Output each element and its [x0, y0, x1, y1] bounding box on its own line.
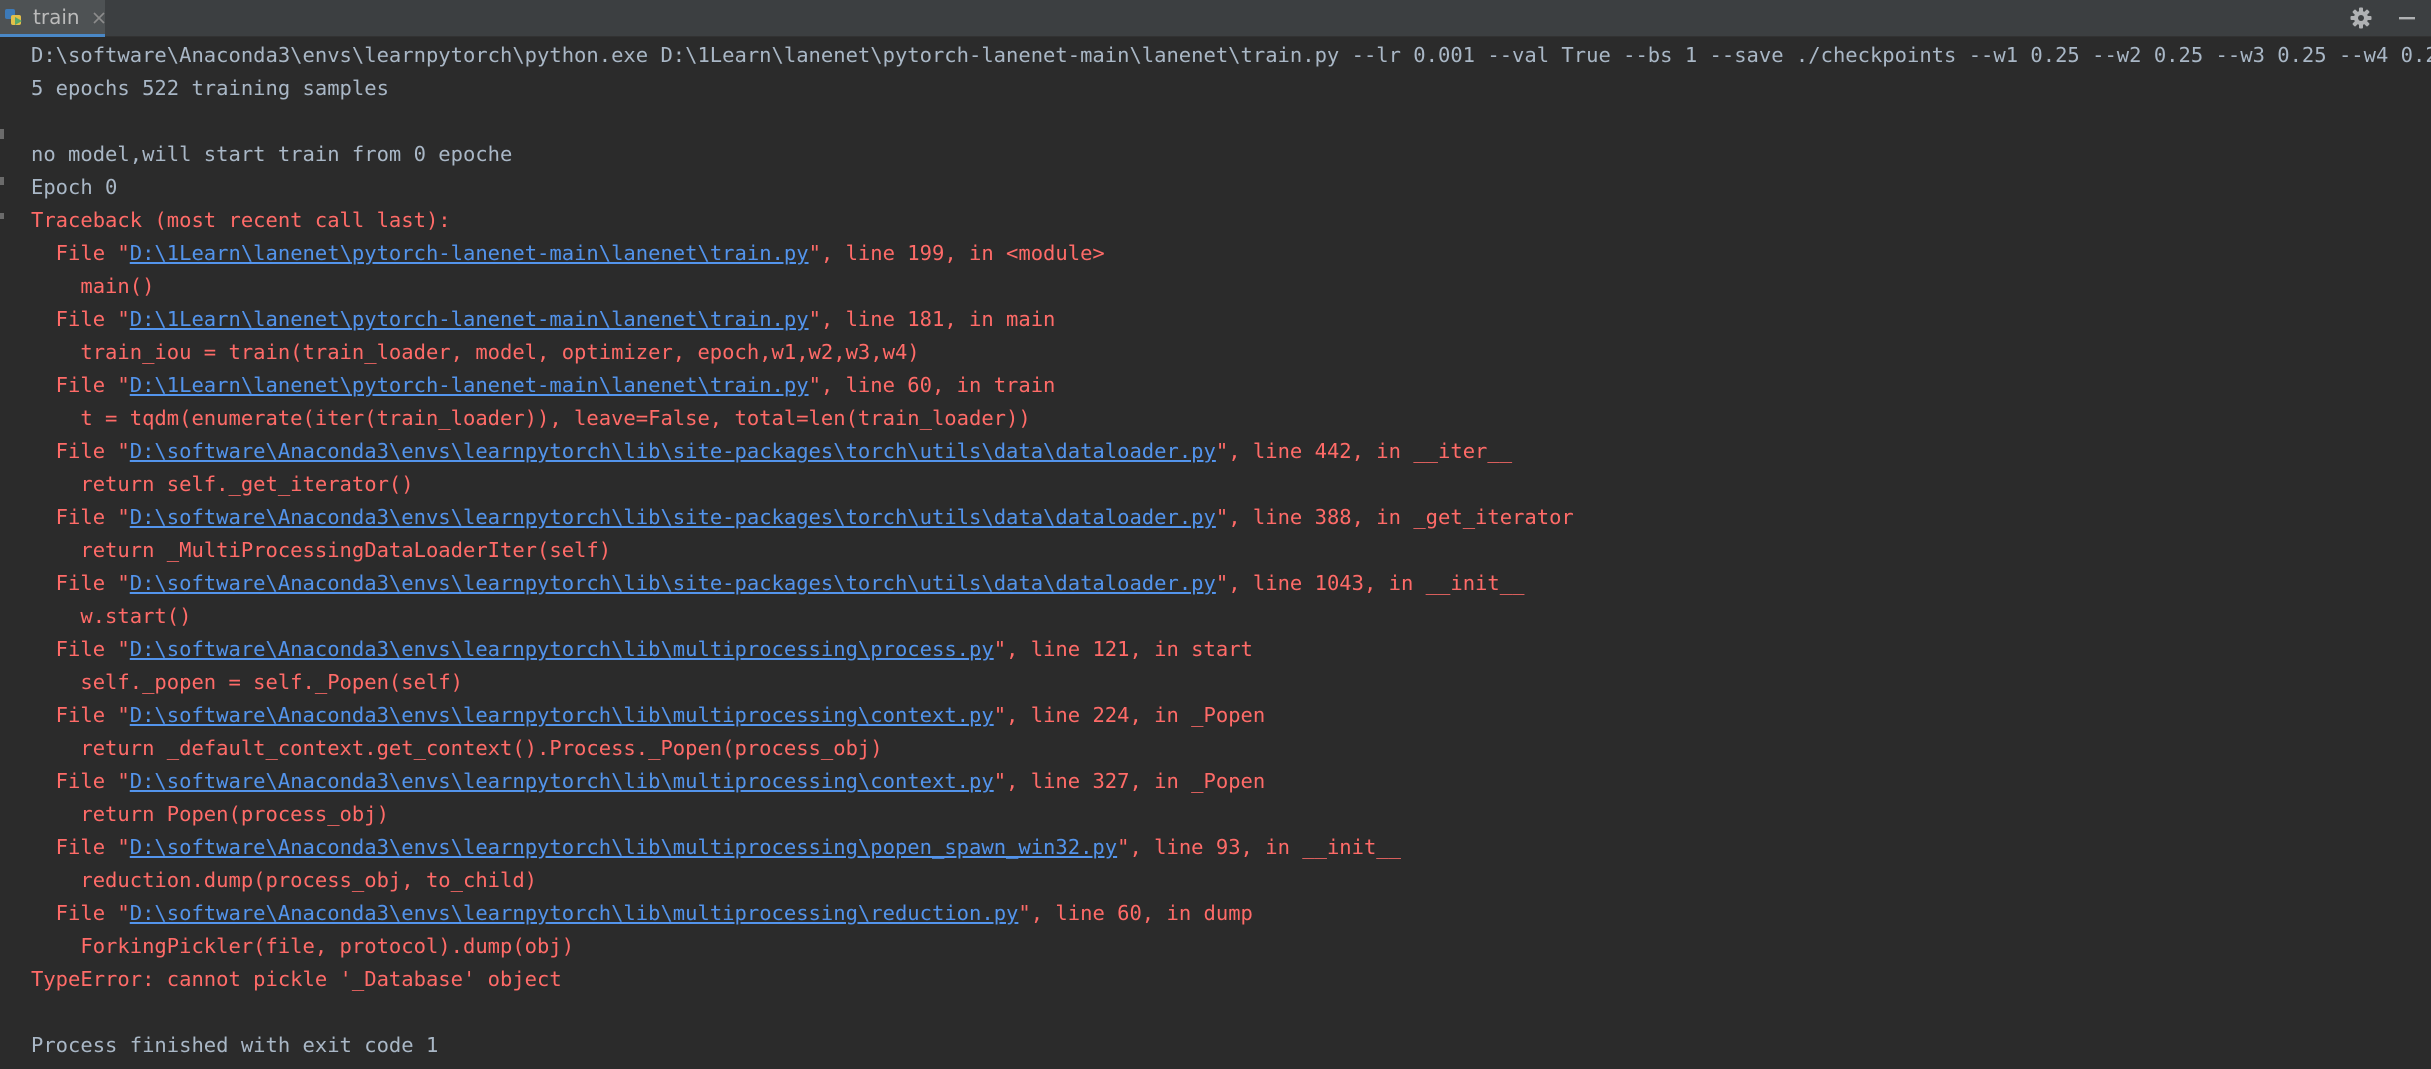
console-text: ", line 93, in __init__	[1117, 835, 1401, 859]
file-path-link[interactable]: D:\software\Anaconda3\envs\learnpytorch\…	[130, 637, 994, 661]
console-line: self._popen = self._Popen(self)	[31, 666, 2431, 699]
console-text: ", line 327, in _Popen	[993, 769, 1266, 793]
console-line: w.start()	[31, 600, 2431, 633]
console-text: Process finished with exit code 1	[31, 1033, 439, 1057]
console-line: Traceback (most recent call last):	[31, 204, 2431, 237]
close-icon[interactable]	[92, 10, 106, 24]
console-text: Traceback (most recent call last):	[31, 208, 451, 232]
console-text: File "	[31, 835, 130, 859]
console-text: ", line 121, in start	[993, 637, 1253, 661]
console-text: ForkingPickler(file, protocol).dump(obj)	[31, 934, 575, 958]
console-text: t = tqdm(enumerate(iter(train_loader)), …	[31, 406, 1031, 430]
tab-label: train	[33, 5, 80, 29]
console-line: 5 epochs 522 training samples	[31, 72, 2431, 105]
console-text: ", line 199, in <module>	[808, 241, 1105, 265]
console-line: File "D:\software\Anaconda3\envs\learnpy…	[31, 501, 2431, 534]
file-path-link[interactable]: D:\1Learn\lanenet\pytorch-lanenet-main\l…	[130, 373, 809, 397]
console-line: File "D:\software\Anaconda3\envs\learnpy…	[31, 435, 2431, 468]
console-line: return _MultiProcessingDataLoaderIter(se…	[31, 534, 2431, 567]
console-line: TypeError: cannot pickle '_Database' obj…	[31, 963, 2431, 996]
console-text: no model,will start train from 0 epoche	[31, 142, 513, 166]
console-line: no model,will start train from 0 epoche	[31, 138, 2431, 171]
console-line: File "D:\1Learn\lanenet\pytorch-lanenet-…	[31, 237, 2431, 270]
console-line: return _default_context.get_context().Pr…	[31, 732, 2431, 765]
gear-icon[interactable]	[2349, 6, 2373, 30]
file-path-link[interactable]: D:\software\Anaconda3\envs\learnpytorch\…	[130, 835, 1117, 859]
console-text: File "	[31, 769, 130, 793]
console-text: ", line 60, in train	[808, 373, 1056, 397]
file-path-link[interactable]: D:\software\Anaconda3\envs\learnpytorch\…	[130, 703, 994, 727]
console-text: ", line 388, in _get_iterator	[1215, 505, 1574, 529]
tool-window-actions	[2349, 4, 2419, 32]
file-path-link[interactable]: D:\software\Anaconda3\envs\learnpytorch\…	[130, 571, 1216, 595]
file-path-link[interactable]: D:\software\Anaconda3\envs\learnpytorch\…	[130, 769, 994, 793]
console-text: w.start()	[31, 604, 192, 628]
file-path-link[interactable]: D:\1Learn\lanenet\pytorch-lanenet-main\l…	[130, 307, 809, 331]
console-line: File "D:\1Learn\lanenet\pytorch-lanenet-…	[31, 369, 2431, 402]
left-gutter	[0, 37, 6, 1069]
run-tool-window-header: train	[0, 0, 2431, 37]
console-line: Process finished with exit code 1	[31, 1029, 2431, 1062]
console-line: ForkingPickler(file, protocol).dump(obj)	[31, 930, 2431, 963]
console-text: reduction.dump(process_obj, to_child)	[31, 868, 538, 892]
console-text: TypeError: cannot pickle '_Database' obj…	[31, 967, 562, 991]
console-line: Epoch 0	[31, 171, 2431, 204]
console-line: File "D:\software\Anaconda3\envs\learnpy…	[31, 699, 2431, 732]
console-line: File "D:\software\Anaconda3\envs\learnpy…	[31, 897, 2431, 930]
console-line: reduction.dump(process_obj, to_child)	[31, 864, 2431, 897]
console-text: D:\software\Anaconda3\envs\learnpytorch\…	[31, 43, 2431, 67]
minimize-icon[interactable]	[2395, 6, 2419, 30]
console-line: return self._get_iterator()	[31, 468, 2431, 501]
console-text: return Popen(process_obj)	[31, 802, 389, 826]
console-text: File "	[31, 571, 130, 595]
console-text: ", line 60, in dump	[1018, 901, 1253, 925]
console-text: File "	[31, 703, 130, 727]
console-text: ", line 1043, in __init__	[1215, 571, 1525, 595]
console-line: File "D:\software\Anaconda3\envs\learnpy…	[31, 567, 2431, 600]
console-text: self._popen = self._Popen(self)	[31, 670, 463, 694]
tab-train[interactable]: train	[0, 0, 105, 37]
console-text: File "	[31, 439, 130, 463]
console-text: return self._get_iterator()	[31, 472, 414, 496]
python-run-icon	[3, 6, 25, 28]
console-line: train_iou = train(train_loader, model, o…	[31, 336, 2431, 369]
file-path-link[interactable]: D:\1Learn\lanenet\pytorch-lanenet-main\l…	[130, 241, 809, 265]
console-text: File "	[31, 307, 130, 331]
file-path-link[interactable]: D:\software\Anaconda3\envs\learnpytorch\…	[130, 901, 1019, 925]
console-line: File "D:\software\Anaconda3\envs\learnpy…	[31, 765, 2431, 798]
console-line: t = tqdm(enumerate(iter(train_loader)), …	[31, 402, 2431, 435]
console-text: 5 epochs 522 training samples	[31, 76, 389, 100]
console-line: D:\software\Anaconda3\envs\learnpytorch\…	[31, 39, 2431, 72]
console-line: File "D:\software\Anaconda3\envs\learnpy…	[31, 633, 2431, 666]
console-text: return _MultiProcessingDataLoaderIter(se…	[31, 538, 612, 562]
console-text: ", line 224, in _Popen	[993, 703, 1266, 727]
console-text: File "	[31, 241, 130, 265]
console-line: File "D:\software\Anaconda3\envs\learnpy…	[31, 831, 2431, 864]
console-text: ", line 181, in main	[808, 307, 1056, 331]
console-text: File "	[31, 373, 130, 397]
console-text: Epoch 0	[31, 175, 118, 199]
console-text: File "	[31, 505, 130, 529]
console-text: ", line 442, in __iter__	[1215, 439, 1513, 463]
console-line: File "D:\1Learn\lanenet\pytorch-lanenet-…	[31, 303, 2431, 336]
console-line: main()	[31, 270, 2431, 303]
file-path-link[interactable]: D:\software\Anaconda3\envs\learnpytorch\…	[130, 505, 1216, 529]
console-text: return _default_context.get_context().Pr…	[31, 736, 883, 760]
file-path-link[interactable]: D:\software\Anaconda3\envs\learnpytorch\…	[130, 439, 1216, 463]
console-text: main()	[31, 274, 155, 298]
console-text: train_iou = train(train_loader, model, o…	[31, 340, 920, 364]
console-text: File "	[31, 637, 130, 661]
console-text: File "	[31, 901, 130, 925]
console-line: return Popen(process_obj)	[31, 798, 2431, 831]
console-output[interactable]: D:\software\Anaconda3\envs\learnpytorch\…	[31, 39, 2431, 1069]
